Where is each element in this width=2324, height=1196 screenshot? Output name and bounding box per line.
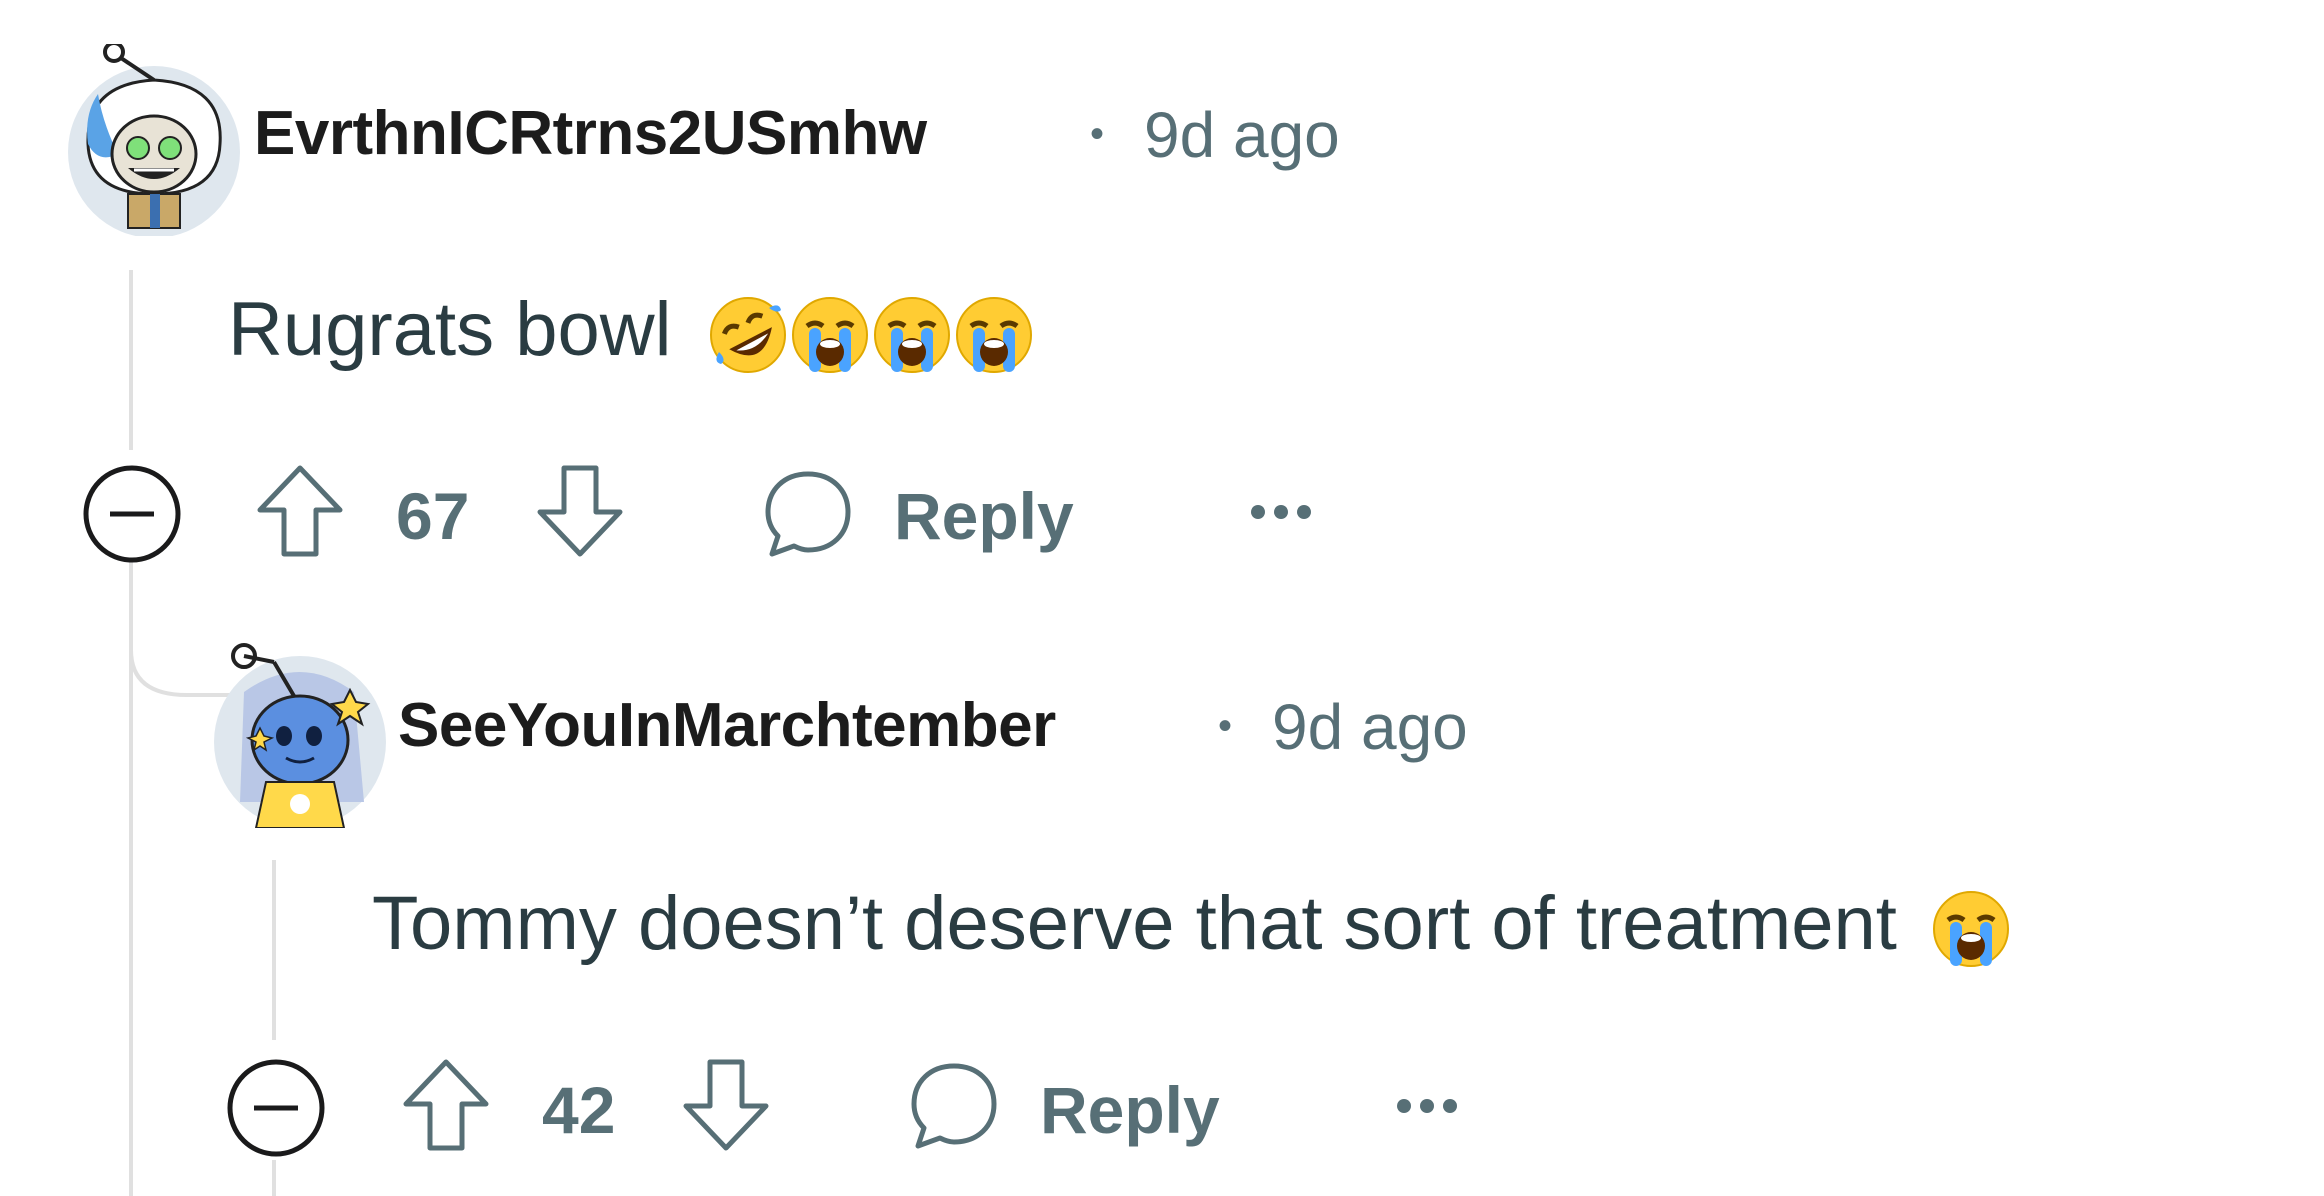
comment-body: Tommy doesn’t deserve that sort of treat… — [372, 880, 2012, 970]
ellipsis-icon[interactable] — [1394, 1096, 1460, 1116]
sob-emoji — [873, 296, 950, 373]
timestamp[interactable]: 9d ago — [1144, 98, 1340, 172]
arrow-down-icon[interactable] — [534, 462, 626, 560]
arrow-up-icon[interactable] — [400, 1056, 492, 1154]
vote-count: 42 — [542, 1073, 616, 1147]
minus-circle-icon[interactable] — [224, 1056, 328, 1160]
timestamp[interactable]: 9d ago — [1272, 690, 1468, 764]
emoji-group — [707, 287, 1035, 373]
vote-count: 67 — [396, 479, 470, 553]
avatar[interactable] — [204, 632, 396, 829]
rofl-emoji — [709, 296, 786, 373]
thread-line-child — [272, 860, 276, 1040]
arrow-up-icon[interactable] — [254, 462, 346, 560]
sob-emoji — [955, 296, 1032, 373]
comment-text: Tommy doesn’t deserve that sort of treat… — [372, 881, 1897, 966]
speech-bubble-icon — [765, 471, 851, 557]
avatar[interactable] — [58, 41, 250, 238]
comment-text: Rugrats bowl — [228, 287, 672, 372]
username[interactable]: EvrthnICRtrns2USmhw — [254, 98, 927, 169]
thread-line-top — [129, 270, 133, 450]
sob-emoji — [791, 296, 868, 373]
arrow-down-icon[interactable] — [680, 1056, 772, 1154]
minus-circle-icon[interactable] — [80, 462, 184, 566]
reply-label: Reply — [1040, 1073, 1220, 1147]
reply-label: Reply — [894, 479, 1074, 553]
speech-bubble-icon — [911, 1063, 997, 1149]
sob-emoji — [1933, 890, 2010, 967]
comment-body: Rugrats bowl — [228, 286, 1035, 376]
ellipsis-icon[interactable] — [1248, 502, 1314, 522]
meta-separator: • — [1218, 704, 1233, 748]
username[interactable]: SeeYouInMarchtember — [398, 690, 1056, 761]
thread-line-child-bottom — [272, 1160, 276, 1196]
meta-separator: • — [1090, 112, 1105, 156]
